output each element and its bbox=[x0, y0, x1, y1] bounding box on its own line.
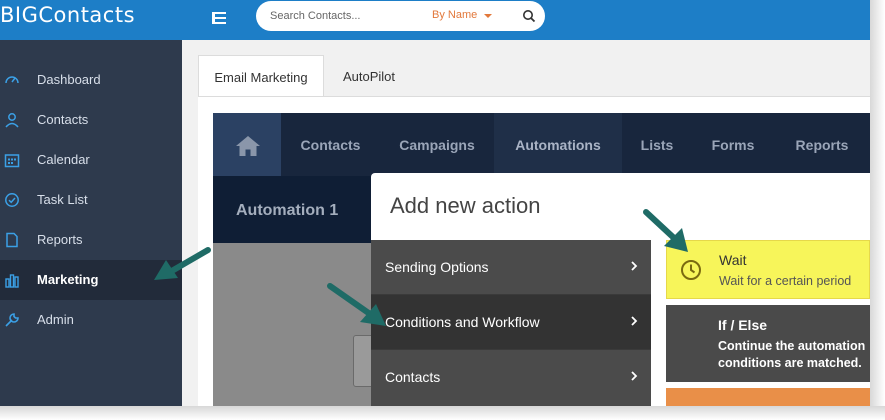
search-input[interactable] bbox=[270, 7, 420, 25]
app-logo[interactable]: BIGContacts bbox=[0, 3, 135, 27]
search-mode-dropdown[interactable]: By Name bbox=[432, 9, 477, 21]
sidebar-item-label: Task List bbox=[37, 192, 88, 207]
action-description: Wait for a certain period bbox=[719, 274, 852, 288]
caret-down-icon[interactable] bbox=[484, 14, 492, 18]
sidebar: Dashboard Contacts Calendar Task List Re… bbox=[0, 40, 182, 406]
chevron-right-icon bbox=[631, 261, 638, 271]
add-action-modal: Add new action Sending Options Condition… bbox=[371, 173, 870, 406]
chevron-right-icon bbox=[631, 371, 638, 381]
app-nav-automations[interactable]: Automations bbox=[494, 113, 622, 176]
bar-chart-icon bbox=[5, 274, 19, 288]
category-label: Sending Options bbox=[385, 259, 489, 275]
tab-email-marketing[interactable]: Email Marketing bbox=[198, 55, 324, 97]
check-circle-icon bbox=[5, 193, 19, 207]
automation-title[interactable]: Automation 1 bbox=[236, 202, 338, 220]
document-icon bbox=[6, 232, 18, 248]
category-label: Conditions and Workflow bbox=[385, 314, 540, 330]
app-nav-forms[interactable]: Forms bbox=[692, 113, 774, 176]
sidebar-item-calendar[interactable]: Calendar bbox=[0, 140, 182, 180]
app-nav-lists[interactable]: Lists bbox=[622, 113, 692, 176]
action-if-else[interactable]: If / Else Continue the automation condit… bbox=[666, 305, 870, 382]
action-title: If / Else bbox=[718, 317, 768, 333]
annotation-arrow-icon bbox=[327, 283, 386, 326]
category-conditions-workflow[interactable]: Conditions and Workflow bbox=[371, 295, 651, 350]
sidebar-item-contacts[interactable]: Contacts bbox=[0, 100, 182, 140]
chevron-right-icon bbox=[631, 316, 638, 326]
wrench-icon bbox=[5, 313, 19, 327]
search-bar: By Name bbox=[256, 1, 545, 31]
category-contacts[interactable]: Contacts bbox=[371, 350, 651, 405]
calendar-icon bbox=[4, 154, 20, 168]
top-bar: BIGContacts By Name bbox=[0, 0, 870, 40]
app-nav-campaigns[interactable]: Campaigns bbox=[380, 113, 494, 176]
menu-toggle-icon[interactable] bbox=[209, 8, 229, 28]
sidebar-item-label: Reports bbox=[37, 232, 83, 247]
sidebar-item-label: Dashboard bbox=[37, 72, 101, 87]
page-edge bbox=[0, 406, 885, 420]
page-edge bbox=[870, 0, 885, 420]
clock-icon bbox=[681, 260, 701, 280]
app-nav-bar: Contacts Campaigns Automations Lists For… bbox=[213, 113, 870, 176]
action-wait[interactable]: Wait Wait for a certain period bbox=[666, 240, 870, 299]
category-sending-options[interactable]: Sending Options bbox=[371, 240, 651, 295]
annotation-arrow-icon bbox=[154, 247, 211, 280]
app-nav-reports[interactable]: Reports bbox=[774, 113, 870, 176]
sidebar-item-label: Contacts bbox=[37, 112, 89, 127]
tab-autopilot[interactable]: AutoPilot bbox=[324, 55, 414, 97]
home-button[interactable] bbox=[213, 113, 281, 176]
annotation-arrow-icon bbox=[643, 209, 688, 252]
sidebar-item-dashboard[interactable]: Dashboard bbox=[0, 60, 182, 100]
app-nav-contacts[interactable]: Contacts bbox=[281, 113, 380, 176]
home-icon bbox=[236, 136, 260, 156]
sidebar-item-label: Marketing bbox=[37, 272, 99, 287]
user-icon bbox=[5, 113, 19, 128]
modal-title: Add new action bbox=[390, 193, 541, 218]
sidebar-item-label: Admin bbox=[37, 312, 74, 327]
action-card-partial[interactable] bbox=[666, 388, 870, 406]
sidebar-item-label: Calendar bbox=[37, 152, 90, 167]
sidebar-item-admin[interactable]: Admin bbox=[0, 300, 182, 340]
action-category-list: Sending Options Conditions and Workflow … bbox=[371, 240, 651, 406]
sidebar-item-task-list[interactable]: Task List bbox=[0, 180, 182, 220]
category-label: Contacts bbox=[385, 369, 441, 385]
action-description: Continue the automation conditions are m… bbox=[718, 339, 866, 370]
action-title: Wait bbox=[719, 252, 747, 268]
speedometer-icon bbox=[5, 76, 19, 84]
search-icon[interactable] bbox=[522, 9, 536, 23]
